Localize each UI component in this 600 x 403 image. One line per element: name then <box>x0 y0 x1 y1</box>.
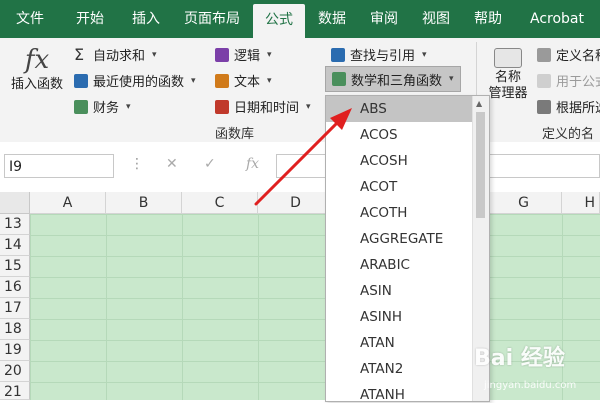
tab-formulas[interactable]: 公式 <box>253 4 305 38</box>
name-manager-label-line1: 名称 <box>494 70 521 85</box>
math-trig-label: 数学和三角函数 <box>351 73 443 89</box>
tag-icon <box>537 47 551 62</box>
tab-acrobat[interactable]: Acrobat <box>524 0 590 38</box>
row-header[interactable]: 18 <box>0 319 30 340</box>
row-header[interactable]: 16 <box>0 277 30 298</box>
tab-file[interactable]: 文件 <box>6 0 54 38</box>
row-header[interactable]: 14 <box>0 235 30 256</box>
financial-button[interactable]: 财务 ▾ <box>74 97 131 116</box>
row-header[interactable]: 20 <box>0 361 30 382</box>
define-name-label: 定义名称 <box>556 49 600 64</box>
chevron-down-icon: ▾ <box>422 49 427 60</box>
column-header-h[interactable]: H <box>562 192 600 214</box>
row-header[interactable]: 17 <box>0 298 30 319</box>
math-book-icon <box>332 72 346 86</box>
tab-help[interactable]: 帮助 <box>466 0 510 38</box>
datetime-button[interactable]: 日期和时间 ▾ <box>215 97 311 116</box>
fx-icon: fx <box>24 45 50 75</box>
column-header-g[interactable]: G <box>486 192 562 214</box>
chevron-down-icon: ▾ <box>306 101 311 112</box>
tab-view[interactable]: 视图 <box>414 0 458 38</box>
lookup-reference-label: 查找与引用 <box>350 49 416 64</box>
create-from-selection-label: 根据所选 <box>556 101 600 116</box>
select-all-corner[interactable] <box>0 192 30 214</box>
grid-tag-icon <box>537 99 551 114</box>
use-in-formula-button[interactable]: 用于公式 <box>537 71 600 90</box>
clock-book-icon <box>215 99 229 114</box>
text-book-icon <box>215 73 229 88</box>
chevron-down-icon: ▾ <box>126 101 131 112</box>
lookup-reference-button[interactable]: 查找与引用 ▾ <box>331 45 427 64</box>
function-item[interactable]: ACOS <box>326 122 474 148</box>
column-header-c[interactable]: C <box>182 192 258 214</box>
question-book-icon <box>215 47 229 62</box>
function-item[interactable]: ARABIC <box>326 252 474 278</box>
column-header-d[interactable]: D <box>258 192 334 214</box>
function-item[interactable]: ASIN <box>326 278 474 304</box>
insert-function-icon[interactable]: fx <box>246 156 259 172</box>
function-item[interactable]: ATAN <box>326 330 474 356</box>
row-header[interactable]: 15 <box>0 256 30 277</box>
name-manager-label-line2: 管理器 <box>488 86 528 101</box>
function-item[interactable]: ATANH <box>326 382 474 401</box>
chevron-down-icon: ▾ <box>267 49 272 60</box>
chevron-down-icon: ▾ <box>152 49 157 60</box>
enter-icon[interactable]: ✓ <box>204 156 216 172</box>
baidu-watermark-url: jingyan.baidu.com <box>484 380 577 391</box>
function-item[interactable]: ACOT <box>326 174 474 200</box>
tab-review[interactable]: 审阅 <box>362 0 406 38</box>
book-icon <box>74 99 88 114</box>
chevron-down-icon: ▾ <box>449 74 454 84</box>
autosum-label: 自动求和 <box>93 49 146 64</box>
create-from-selection-button[interactable]: 根据所选 <box>537 97 600 116</box>
define-name-button[interactable]: 定义名称 <box>537 45 600 64</box>
row-header[interactable]: 21 <box>0 382 30 400</box>
name-manager-button[interactable]: 名称 管理器 <box>484 48 532 102</box>
sigma-icon: Σ <box>74 45 85 64</box>
scroll-up-icon[interactable]: ▲ <box>476 99 482 108</box>
insert-function-button[interactable]: fx 插入函数 <box>6 44 68 104</box>
row-header[interactable]: 13 <box>0 214 30 235</box>
function-library-group-label: 函数库 <box>215 127 255 142</box>
name-box[interactable]: I9 <box>4 154 114 178</box>
math-trig-function-list: ABS ACOS ACOSH ACOT ACOTH AGGREGATE ARAB… <box>325 95 490 402</box>
use-in-formula-label: 用于公式 <box>556 75 600 90</box>
chevron-down-icon: ▾ <box>191 75 196 86</box>
function-item-abs[interactable]: ABS <box>326 96 474 122</box>
tab-home[interactable]: 开始 <box>66 0 114 38</box>
logical-button[interactable]: 逻辑 ▾ <box>215 45 272 64</box>
logical-label: 逻辑 <box>234 49 261 64</box>
insert-function-label: 插入函数 <box>10 77 63 92</box>
formula-tag-icon <box>537 73 551 88</box>
text-label: 文本 <box>234 75 261 90</box>
tab-data[interactable]: 数据 <box>310 0 354 38</box>
lookup-book-icon <box>331 47 345 62</box>
row-header[interactable]: 19 <box>0 340 30 361</box>
column-header-a[interactable]: A <box>30 192 106 214</box>
recent-functions-label: 最近使用的函数 <box>93 75 185 90</box>
ribbon-tab-bar: 文件 开始 插入 页面布局 公式 数据 审阅 视图 帮助 Acrobat <box>0 0 600 38</box>
cancel-icon[interactable]: ✕ <box>166 156 178 172</box>
datetime-label: 日期和时间 <box>234 101 300 116</box>
function-item[interactable]: AGGREGATE <box>326 226 474 252</box>
text-button[interactable]: 文本 ▾ <box>215 71 272 90</box>
chevron-down-icon: ▾ <box>267 75 272 86</box>
cell-grid[interactable] <box>30 214 600 400</box>
tab-page-layout[interactable]: 页面布局 <box>176 0 248 38</box>
more-options-icon[interactable]: ⋮ <box>130 156 144 172</box>
column-header-b[interactable]: B <box>106 192 182 214</box>
recent-functions-button[interactable]: 最近使用的函数 ▾ <box>74 71 196 90</box>
baidu-watermark: Bai 经验 <box>474 346 565 371</box>
function-item[interactable]: ACOTH <box>326 200 474 226</box>
function-item[interactable]: ASINH <box>326 304 474 330</box>
tab-insert[interactable]: 插入 <box>122 0 170 38</box>
function-item[interactable]: ACOSH <box>326 148 474 174</box>
scrollbar-thumb[interactable] <box>476 112 485 218</box>
financial-label: 财务 <box>93 101 120 116</box>
math-trig-button[interactable]: 数学和三角函数 ▾ <box>325 66 461 92</box>
star-icon <box>74 73 88 88</box>
name-manager-icon <box>494 48 522 68</box>
autosum-button[interactable]: Σ 自动求和 ▾ <box>74 45 157 64</box>
function-item[interactable]: ATAN2 <box>326 356 474 382</box>
